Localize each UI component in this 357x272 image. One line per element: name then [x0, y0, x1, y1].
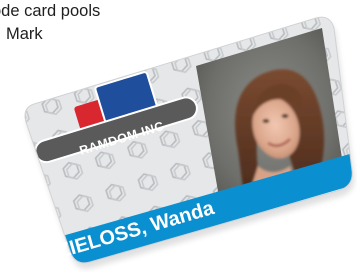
card-face	[25, 17, 353, 263]
id-card-illustration: RAMDOM INC ZIELOSS, Wanda	[24, 16, 355, 269]
